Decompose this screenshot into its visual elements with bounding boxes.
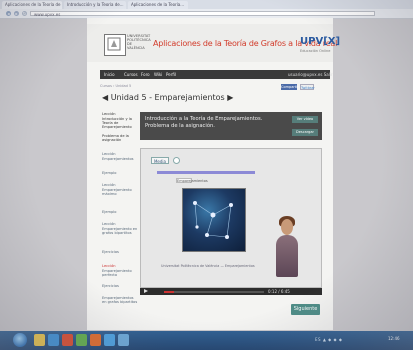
browser-tab-1[interactable]: Aplicaciones de la Teoría de Grafos [2, 1, 62, 9]
share-button[interactable]: Compartir [281, 84, 299, 90]
sidebar-item[interactable]: Emparejamiento en grafos bipartitos [102, 227, 138, 235]
media-tab[interactable]: Media [151, 157, 169, 164]
time-readout: 0:12 / 6:45 [268, 289, 290, 294]
system-tray[interactable]: ES ▲ ◆ ◆ ◆ [315, 337, 342, 342]
sidebar-item: Lección [102, 183, 116, 187]
info-icon[interactable] [173, 157, 180, 164]
progress-track[interactable] [164, 291, 264, 293]
nav-item-perfil[interactable]: Perfil [166, 72, 176, 77]
sidebar-item[interactable]: Ejemplo [102, 210, 138, 214]
university-name: UNIVERSITAT POLITÈCNICA DE VALÈNCIA [127, 34, 151, 50]
browser-icon[interactable] [48, 334, 59, 346]
watch-video-button[interactable]: Ver vídeo [292, 116, 318, 123]
browser-tab-2[interactable]: Introducción y la Teoría de... [64, 1, 126, 9]
sidebar-item[interactable]: Emparejamientos en grafos bipartitos [102, 296, 138, 304]
slide-image [182, 188, 246, 252]
next-button[interactable]: Siguiente [291, 304, 320, 315]
sidebar-item: Lección [102, 222, 116, 226]
upvx-subtitle: Educación Online [300, 49, 331, 53]
media-app-icon[interactable] [62, 334, 73, 346]
sidebar-item: Lección [102, 152, 116, 156]
presenter-figure [276, 235, 298, 277]
slide-title-bar [157, 171, 255, 174]
browser-tab-3[interactable]: Aplicaciones de la Teoría... [128, 1, 188, 9]
sidebar-item[interactable]: Ejercicios [102, 284, 138, 288]
app-icon[interactable] [76, 334, 87, 346]
chrome-icon[interactable] [104, 334, 115, 346]
sidebar-item: Lección [102, 112, 116, 116]
url-input[interactable]: www.upvx.es [30, 11, 375, 17]
tweet-button[interactable]: Twittear [300, 84, 315, 90]
sidebar-item[interactable]: Ejemplo [102, 171, 138, 175]
nav-item-foro[interactable]: Foro [141, 72, 150, 77]
presenter-head [281, 219, 293, 235]
back-icon[interactable]: ◂ [6, 11, 11, 16]
nav-item-inicio[interactable]: Inicio [104, 72, 115, 77]
upvx-logo[interactable]: UPV[X] [300, 36, 340, 47]
firefox-icon[interactable] [90, 334, 101, 346]
folder-icon[interactable] [34, 334, 45, 346]
play-icon[interactable] [144, 289, 148, 293]
refresh-icon[interactable]: ↻ [22, 11, 27, 16]
user-menu[interactable]: usuario@upvx.es Salir [288, 72, 333, 77]
breadcrumb[interactable]: Cursos › Unidad 5 [100, 84, 131, 88]
sidebar-item: Lección [102, 264, 116, 268]
forward-icon[interactable]: ▸ [14, 11, 19, 16]
download-button[interactable]: Descargar [292, 129, 318, 136]
sidebar-item[interactable]: Ejercicios [102, 250, 138, 254]
sidebar-item[interactable]: Emparejamiento perfecto [102, 269, 138, 277]
unit-title-text: Unidad 5 - Emparejamientos [110, 93, 225, 102]
progress-fill [164, 291, 174, 293]
nav-item-wiki[interactable]: Wiki [154, 72, 162, 77]
clock[interactable]: 12:46 [388, 336, 400, 341]
forward-arrow-icon[interactable]: ▶ [225, 93, 233, 102]
sidebar-item[interactable]: Emparejamientos [102, 157, 138, 161]
university-logo [104, 34, 126, 56]
sidebar-item[interactable]: Problema de la asignación [102, 134, 138, 142]
nav-item-cursos[interactable]: Cursos [124, 72, 138, 77]
back-arrow-icon[interactable]: ◀ [102, 93, 111, 102]
sidebar-item[interactable]: Emparejamiento máximo [102, 188, 138, 196]
slide-caption: Universitat Politècnica de València — Em… [161, 264, 255, 268]
slide-button[interactable]: Emparejamientos [176, 178, 208, 183]
start-icon[interactable] [13, 333, 27, 347]
page-title: ◀ Unidad 5 - Emparejamientos ▶ [102, 93, 233, 102]
lesson-title: Introducción a la Teoría de Emparejamien… [145, 116, 263, 129]
app-icon[interactable] [118, 334, 129, 346]
sidebar-item[interactable]: Introducción y la Teoría de Emparejamien… [102, 117, 138, 130]
